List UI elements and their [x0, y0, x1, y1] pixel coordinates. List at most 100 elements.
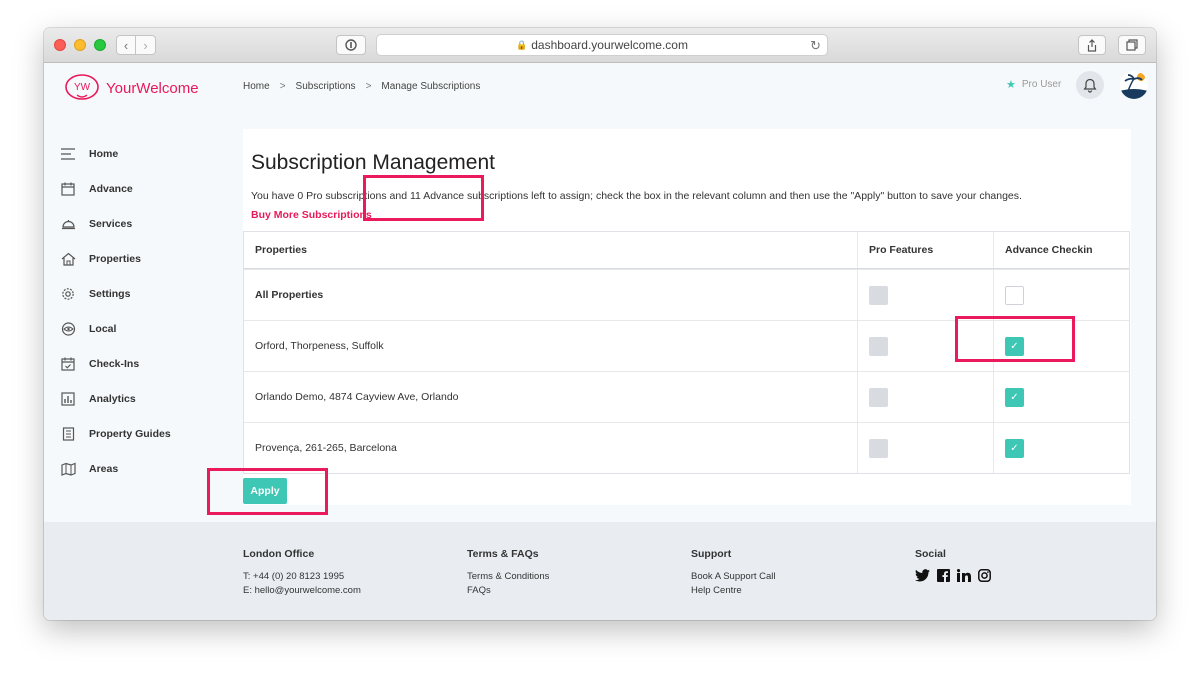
- advance-checkin-checkbox[interactable]: ✓: [1005, 438, 1024, 458]
- browser-toolbar: ‹ › 🔒 dashboard.yourwelcome.com ↻: [44, 28, 1156, 63]
- star-icon: ★: [1006, 79, 1016, 91]
- sidebar-item-advance[interactable]: Advance: [60, 171, 230, 206]
- footer-link-support-call[interactable]: Book A Support Call: [691, 571, 776, 582]
- document-icon: [60, 426, 76, 442]
- buy-more-subscriptions-link[interactable]: Buy More Subscriptions: [251, 209, 372, 221]
- column-header-pro-features: Pro Features: [858, 232, 994, 268]
- property-name: Provença, 261-265, Barcelona: [244, 423, 858, 473]
- sidebar-item-properties[interactable]: Properties: [60, 241, 230, 276]
- footer-link-terms[interactable]: Terms & Conditions: [467, 571, 549, 582]
- reload-icon[interactable]: ↻: [810, 38, 821, 54]
- sidebar-item-property-guides[interactable]: Property Guides: [60, 416, 230, 451]
- checkmark-icon: ✓: [1010, 391, 1019, 403]
- annotation-highlight-checked-box: [955, 316, 1075, 362]
- brand-logo[interactable]: YW YourWelcome: [64, 73, 199, 103]
- breadcrumb-subscriptions[interactable]: Subscriptions: [296, 81, 356, 92]
- breadcrumb-manage-subscriptions: Manage Subscriptions: [381, 81, 481, 92]
- lock-icon: 🔒: [516, 39, 528, 50]
- pro-features-checkbox: [869, 387, 888, 407]
- service-bell-icon: [60, 216, 76, 232]
- tabs-icon: [1126, 39, 1138, 51]
- footer-heading: Support: [691, 548, 732, 560]
- twitter-icon[interactable]: [915, 569, 930, 582]
- privacy-report-button[interactable]: [336, 35, 366, 55]
- sidebar-item-label: Settings: [89, 287, 131, 300]
- facebook-icon[interactable]: [937, 569, 950, 582]
- table-row: Provença, 261-265, Barcelona ✓: [244, 422, 1129, 473]
- pro-features-checkbox: [869, 336, 888, 356]
- eye-icon: [60, 321, 76, 337]
- footer-heading: London Office: [243, 548, 315, 560]
- calendar-check-icon: [60, 356, 76, 372]
- menu-lines-icon: [60, 146, 76, 162]
- footer-social: Social: [915, 548, 991, 582]
- sidebar-item-label: Areas: [89, 462, 119, 475]
- chevron-right-icon: ›: [143, 37, 148, 53]
- footer-support: Support Book A Support Call Help Centre: [691, 548, 776, 599]
- logo-mark: YW: [74, 82, 91, 93]
- sidebar-nav: Home Advance Services Properties Setting…: [60, 136, 230, 486]
- column-header-properties: Properties: [244, 232, 858, 268]
- annotation-highlight-apply-button: [207, 468, 328, 515]
- sidebar-item-local[interactable]: Local: [60, 311, 230, 346]
- sidebar-item-settings[interactable]: Settings: [60, 276, 230, 311]
- analytics-icon: [60, 391, 76, 407]
- close-window-button[interactable]: [54, 39, 66, 51]
- footer-email[interactable]: E: hello@yourwelcome.com: [243, 585, 361, 596]
- sidebar-item-label: Properties: [89, 252, 141, 265]
- sidebar-item-label: Advance: [89, 182, 133, 195]
- logo-text: YourWelcome: [106, 79, 199, 97]
- sidebar-item-label: Home: [89, 147, 119, 160]
- checkmark-icon: ✓: [1010, 442, 1019, 454]
- maximize-window-button[interactable]: [94, 39, 106, 51]
- sidebar-item-label: Check-Ins: [89, 357, 140, 370]
- footer-london-office: London Office T: +44 (0) 20 8123 1995 E:…: [243, 548, 361, 599]
- property-name: All Properties: [244, 270, 858, 320]
- advance-checkin-checkbox[interactable]: ✓: [1005, 387, 1024, 407]
- tab-overview-button[interactable]: [1118, 35, 1146, 55]
- advance-checkin-checkbox[interactable]: [1005, 285, 1024, 305]
- share-button[interactable]: [1078, 35, 1106, 55]
- address-bar[interactable]: 🔒 dashboard.yourwelcome.com ↻: [376, 34, 828, 56]
- island-avatar-icon: [1120, 71, 1148, 99]
- sidebar-item-label: Analytics: [89, 392, 136, 405]
- property-name: Orlando Demo, 4874 Cayview Ave, Orlando: [244, 372, 858, 422]
- column-header-advance-checkin: Advance Checkin: [1005, 244, 1093, 256]
- site-footer: London Office T: +44 (0) 20 8123 1995 E:…: [44, 522, 1156, 620]
- yw-logo-icon: YW: [65, 74, 99, 100]
- page-title: Subscription Management: [251, 151, 495, 174]
- breadcrumb: Home > Subscriptions > Manage Subscripti…: [243, 81, 480, 92]
- gear-icon: [60, 286, 76, 302]
- footer-heading: Terms & FAQs: [467, 548, 539, 560]
- forward-button[interactable]: ›: [136, 35, 156, 55]
- share-icon: [1087, 38, 1097, 52]
- back-button[interactable]: ‹: [116, 35, 136, 55]
- annotation-highlight-subscriptions-count: [363, 175, 484, 221]
- table-row: All Properties: [244, 269, 1129, 320]
- footer-link-faqs[interactable]: FAQs: [467, 585, 549, 596]
- bell-icon: [1083, 78, 1097, 93]
- breadcrumb-home[interactable]: Home: [243, 81, 270, 92]
- sidebar-item-services[interactable]: Services: [60, 206, 230, 241]
- pro-user-badge: ★ Pro User: [1006, 78, 1061, 91]
- property-name: Orford, Thorpeness, Suffolk: [244, 321, 858, 371]
- notifications-button[interactable]: [1076, 71, 1104, 99]
- sidebar-item-label: Local: [89, 322, 117, 335]
- table-header-row: Properties Pro Features Advance Checkin: [244, 232, 1129, 269]
- user-avatar[interactable]: [1120, 71, 1148, 99]
- minimize-window-button[interactable]: [74, 39, 86, 51]
- sidebar-item-analytics[interactable]: Analytics: [60, 381, 230, 416]
- sidebar-item-check-ins[interactable]: Check-Ins: [60, 346, 230, 381]
- table-row: Orlando Demo, 4874 Cayview Ave, Orlando …: [244, 371, 1129, 422]
- pro-features-checkbox: [869, 285, 888, 305]
- house-icon: [60, 251, 76, 267]
- breadcrumb-separator: >: [279, 81, 286, 92]
- sidebar-item-home[interactable]: Home: [60, 136, 230, 171]
- sidebar-item-areas[interactable]: Areas: [60, 451, 230, 486]
- footer-link-help-centre[interactable]: Help Centre: [691, 585, 776, 596]
- linkedin-icon[interactable]: [957, 569, 971, 582]
- chevron-left-icon: ‹: [123, 37, 129, 53]
- instagram-icon[interactable]: [978, 569, 991, 582]
- sidebar-item-label: Property Guides: [89, 427, 171, 440]
- app-content: YW YourWelcome Home > Subscriptions > Ma…: [44, 63, 1156, 522]
